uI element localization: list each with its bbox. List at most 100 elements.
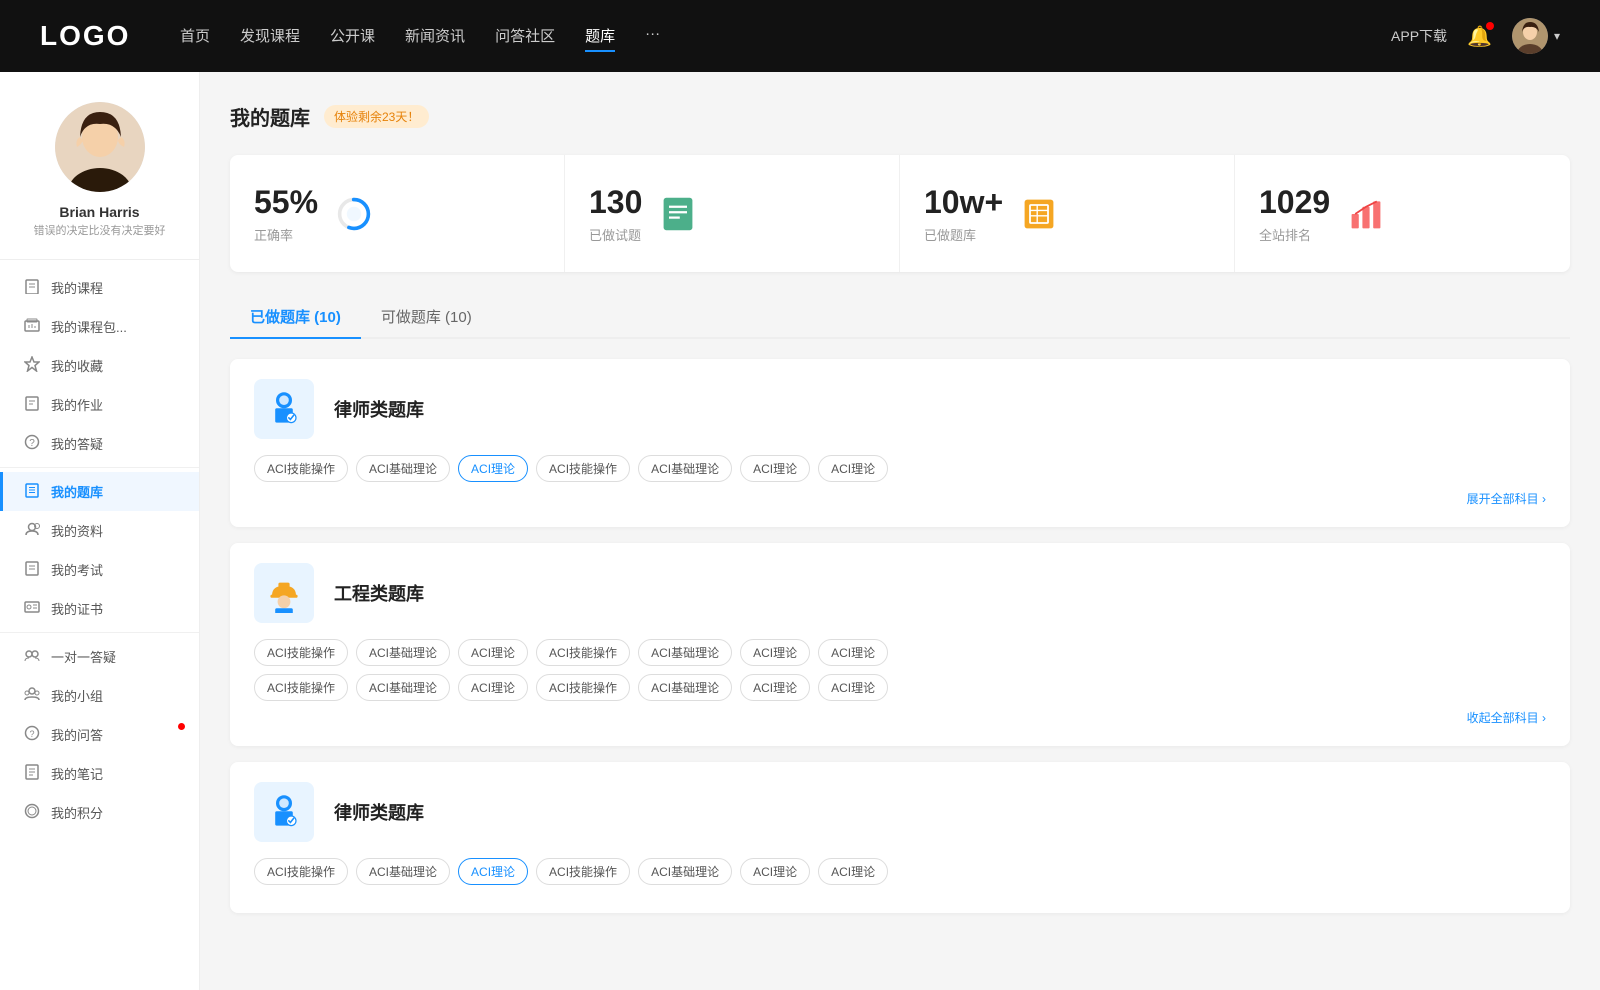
stat-ranking-icon (1346, 194, 1386, 234)
topnav: LOGO 首页 发现课程 公开课 新闻资讯 问答社区 题库 ··· APP下载 … (0, 0, 1600, 72)
certificate-icon (23, 599, 41, 618)
sidebar-item-mydata-label: 我的资料 (51, 521, 103, 540)
sidebar-item-myqa[interactable]: ? 我的答疑 (0, 424, 199, 463)
sidebar-item-coursepack[interactable]: 我的课程包... (0, 307, 199, 346)
nav-link-home[interactable]: 首页 (180, 21, 210, 52)
tag-1-2[interactable]: ACI基础理论 (356, 455, 450, 482)
sidebar-item-oneone[interactable]: 一对一答疑 (0, 637, 199, 676)
myquestion-icon: ? (23, 725, 41, 744)
sidebar-item-mycourse-label: 我的课程 (51, 278, 103, 297)
qbank-card-2-header: 工程类题库 (254, 563, 1546, 623)
nav-link-discover[interactable]: 发现课程 (240, 21, 300, 52)
question-icon: ? (23, 434, 41, 453)
qbank-card-1-tags: ACI技能操作 ACI基础理论 ACI理论 ACI技能操作 ACI基础理论 AC… (254, 455, 1546, 482)
nav-link-more[interactable]: ··· (645, 21, 660, 52)
nav-link-news[interactable]: 新闻资讯 (405, 21, 465, 52)
tag-2-3[interactable]: ACI理论 (458, 639, 528, 666)
qbank-card-2: 工程类题库 ACI技能操作 ACI基础理论 ACI理论 ACI技能操作 ACI基… (230, 543, 1570, 746)
stat-done-questions-value: 130 (589, 183, 642, 221)
sidebar-menu: 我的课程 我的课程包... 我的收藏 我的作业 (0, 260, 199, 840)
notification-bell-icon[interactable]: 🔔 (1467, 24, 1492, 49)
sidebar-item-group[interactable]: 我的小组 (0, 676, 199, 715)
profile-motto: 错误的决定比没有决定要好 (34, 224, 166, 239)
avatar (1512, 18, 1548, 54)
sidebar-item-favorites[interactable]: 我的收藏 (0, 346, 199, 385)
stat-done-banks-value: 10w+ (924, 183, 1003, 221)
tag-2-11[interactable]: ACI技能操作 (536, 674, 630, 701)
user-avatar-menu[interactable]: ▾ (1512, 18, 1560, 54)
tag-2-7[interactable]: ACI理论 (818, 639, 888, 666)
sidebar-item-myquestion[interactable]: ? 我的问答 (0, 715, 199, 754)
stat-done-banks: 10w+ 已做题库 (900, 155, 1235, 272)
sidebar-item-exam[interactable]: 我的考试 (0, 550, 199, 589)
expand-btn-1[interactable]: 展开全部科目 › (1467, 490, 1546, 507)
stats-row: 55% 正确率 130 已做试题 (230, 155, 1570, 272)
tag-3-5[interactable]: ACI基础理论 (638, 858, 732, 885)
sidebar-item-notes[interactable]: 我的笔记 (0, 754, 199, 793)
topnav-right: APP下载 🔔 ▾ (1391, 18, 1560, 54)
tag-2-9[interactable]: ACI基础理论 (356, 674, 450, 701)
lawyer-icon (254, 379, 314, 439)
tag-2-2[interactable]: ACI基础理论 (356, 639, 450, 666)
sidebar: Brian Harris 错误的决定比没有决定要好 我的课程 我的课程包... (0, 72, 200, 990)
stat-accuracy-text: 55% 正确率 (254, 183, 318, 244)
sidebar-item-certificate[interactable]: 我的证书 (0, 589, 199, 628)
tag-1-4[interactable]: ACI技能操作 (536, 455, 630, 482)
stat-ranking: 1029 全站排名 (1235, 155, 1570, 272)
tag-3-2[interactable]: ACI基础理论 (356, 858, 450, 885)
tag-2-5[interactable]: ACI基础理论 (638, 639, 732, 666)
sidebar-item-points-label: 我的积分 (51, 803, 103, 822)
tag-2-14[interactable]: ACI理论 (818, 674, 888, 701)
sidebar-item-points[interactable]: 我的积分 (0, 793, 199, 832)
tag-2-10[interactable]: ACI理论 (458, 674, 528, 701)
tag-1-1[interactable]: ACI技能操作 (254, 455, 348, 482)
svg-text:?: ? (29, 438, 35, 449)
qbank-card-1-footer: 展开全部科目 › (254, 490, 1546, 507)
tag-1-5[interactable]: ACI基础理论 (638, 455, 732, 482)
sidebar-item-homework-label: 我的作业 (51, 395, 103, 414)
tag-2-13[interactable]: ACI理论 (740, 674, 810, 701)
tag-1-3[interactable]: ACI理论 (458, 455, 528, 482)
nav-link-qbank[interactable]: 题库 (585, 21, 615, 52)
sidebar-item-mydata[interactable]: 我的资料 (0, 511, 199, 550)
tag-2-8[interactable]: ACI技能操作 (254, 674, 348, 701)
sidebar-item-myqa-label: 我的答疑 (51, 434, 103, 453)
tag-3-1[interactable]: ACI技能操作 (254, 858, 348, 885)
sidebar-item-coursepack-label: 我的课程包... (51, 317, 127, 336)
sidebar-item-oneone-label: 一对一答疑 (51, 647, 116, 666)
tab-available-banks[interactable]: 可做题库 (10) (361, 296, 492, 339)
star-icon (23, 356, 41, 375)
sidebar-item-myquestion-label: 我的问答 (51, 725, 103, 744)
tag-3-3[interactable]: ACI理论 (458, 858, 528, 885)
tag-3-4[interactable]: ACI技能操作 (536, 858, 630, 885)
engineer-icon (254, 563, 314, 623)
collapse-btn-2[interactable]: 收起全部科目 › (1467, 709, 1546, 726)
tag-3-6[interactable]: ACI理论 (740, 858, 810, 885)
sidebar-item-homework[interactable]: 我的作业 (0, 385, 199, 424)
profile-avatar (55, 102, 145, 192)
tag-2-1[interactable]: ACI技能操作 (254, 639, 348, 666)
sidebar-item-qbank[interactable]: 我的题库 (0, 472, 199, 511)
nav-link-qa[interactable]: 问答社区 (495, 21, 555, 52)
stat-done-questions-icon (658, 194, 698, 234)
tag-2-4[interactable]: ACI技能操作 (536, 639, 630, 666)
tag-2-6[interactable]: ACI理论 (740, 639, 810, 666)
main-content: 我的题库 体验剩余23天！ 55% 正确率 (200, 72, 1600, 990)
oneone-icon (23, 647, 41, 666)
tab-done-banks[interactable]: 已做题库 (10) (230, 296, 361, 339)
homework-icon (23, 395, 41, 414)
tag-1-7[interactable]: ACI理论 (818, 455, 888, 482)
qbank-card-2-tags-row1: ACI技能操作 ACI基础理论 ACI理论 ACI技能操作 ACI基础理论 AC… (254, 639, 1546, 666)
app-download-link[interactable]: APP下载 (1391, 26, 1447, 46)
stat-accuracy-label: 正确率 (254, 225, 318, 244)
tag-1-6[interactable]: ACI理论 (740, 455, 810, 482)
nav-link-opencourse[interactable]: 公开课 (330, 21, 375, 52)
points-icon (23, 803, 41, 822)
tag-3-7[interactable]: ACI理论 (818, 858, 888, 885)
qbank-card-3: 律师类题库 ACI技能操作 ACI基础理论 ACI理论 ACI技能操作 ACI基… (230, 762, 1570, 913)
tag-2-12[interactable]: ACI基础理论 (638, 674, 732, 701)
stat-done-questions-text: 130 已做试题 (589, 183, 642, 244)
sidebar-item-mycourse[interactable]: 我的课程 (0, 268, 199, 307)
profile-name: Brian Harris (59, 204, 139, 220)
stat-ranking-value: 1029 (1259, 183, 1330, 221)
